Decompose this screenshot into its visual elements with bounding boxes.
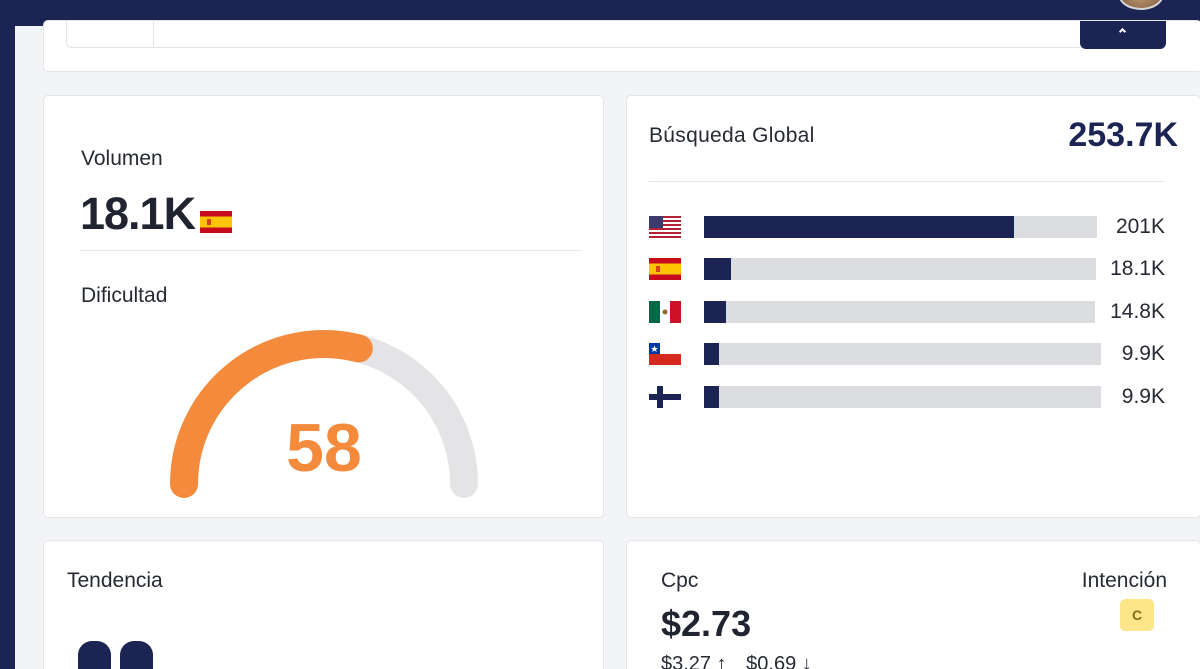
divider bbox=[649, 181, 1165, 182]
mexico-flag-icon bbox=[649, 301, 681, 323]
country-value: 14.8K bbox=[1110, 300, 1165, 323]
country-bar-track bbox=[704, 343, 1101, 365]
country-value: 18.1K bbox=[1110, 257, 1165, 280]
main-content: Volumen 18.1K Dificultad 58 Búsqueda Glo… bbox=[15, 20, 1200, 669]
keyword-search-input[interactable] bbox=[66, 21, 1166, 48]
country-bar-track bbox=[704, 386, 1101, 408]
spain-flag-icon bbox=[649, 258, 681, 280]
trend-card: Tendencia bbox=[43, 540, 604, 669]
search-divider bbox=[153, 21, 154, 48]
global-search-label: Búsqueda Global bbox=[649, 124, 815, 147]
difficulty-value: 58 bbox=[286, 410, 362, 486]
difficulty-gauge: 58 bbox=[164, 304, 484, 504]
country-value: 9.9K bbox=[1121, 385, 1165, 408]
trend-label: Tendencia bbox=[67, 569, 163, 592]
chevron-up-icon bbox=[1118, 27, 1127, 36]
cpc-range: $3.27 ↑ $0.69 ↓ bbox=[661, 653, 826, 669]
usa-flag-icon bbox=[649, 216, 681, 238]
spain-flag-icon bbox=[200, 211, 232, 233]
search-button[interactable] bbox=[1080, 21, 1166, 49]
country-bar-fill bbox=[704, 258, 732, 280]
country-bar-track bbox=[704, 216, 1097, 238]
country-bar-fill bbox=[704, 216, 1015, 238]
cpc-low: $0.69 ↓ bbox=[746, 653, 812, 669]
trend-bar[interactable] bbox=[120, 641, 153, 669]
intent-label: Intención bbox=[1081, 569, 1167, 592]
country-bar-track bbox=[704, 301, 1095, 323]
intent-badge[interactable]: C bbox=[1120, 599, 1154, 631]
volume-card: Volumen 18.1K Dificultad 58 bbox=[43, 95, 604, 518]
country-value: 9.9K bbox=[1121, 342, 1165, 365]
finland-flag-icon bbox=[649, 386, 681, 408]
volume-value: 18.1K bbox=[80, 188, 196, 239]
country-row-spain: 18.1K bbox=[649, 256, 1165, 282]
global-search-value: 253.7K bbox=[1068, 116, 1178, 154]
country-row-usa: 201K bbox=[649, 214, 1165, 240]
chile-flag-icon bbox=[649, 343, 681, 365]
cpc-label: Cpc bbox=[661, 569, 699, 592]
user-avatar[interactable] bbox=[1118, 0, 1164, 10]
country-row-chile: 9.9K bbox=[649, 341, 1165, 367]
country-bar-fill bbox=[704, 386, 720, 408]
country-bar-fill bbox=[704, 343, 720, 365]
volume-label: Volumen bbox=[81, 147, 163, 170]
country-bar-fill bbox=[704, 301, 727, 323]
cpc-card: Cpc $2.73 Intención C $3.27 ↑ $0.69 ↓ bbox=[626, 540, 1200, 669]
country-value: 201K bbox=[1115, 215, 1165, 238]
search-card bbox=[43, 20, 1200, 72]
country-row-mexico: 14.8K bbox=[649, 299, 1165, 325]
global-search-card: Búsqueda Global 253.7K 201K 18.1K 14.8K … bbox=[626, 95, 1200, 518]
cpc-high: $3.27 ↑ bbox=[661, 653, 727, 669]
country-row-finland: 9.9K bbox=[649, 384, 1165, 410]
difficulty-label: Dificultad bbox=[81, 284, 168, 307]
trend-bar[interactable] bbox=[78, 641, 111, 669]
divider bbox=[80, 250, 582, 251]
cpc-value: $2.73 bbox=[661, 603, 752, 644]
country-bar-track bbox=[704, 258, 1096, 280]
